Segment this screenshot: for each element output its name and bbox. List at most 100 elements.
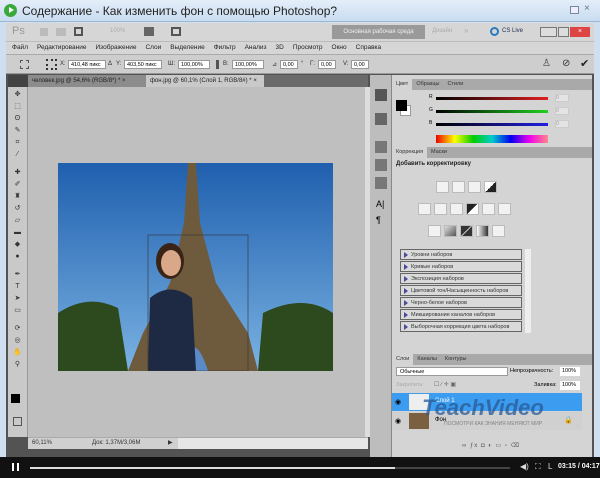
tab-styles[interactable]: Стили [443, 79, 467, 90]
posterize-icon[interactable] [444, 225, 457, 237]
angle-field[interactable]: 0,00 [280, 60, 298, 69]
link-icon[interactable] [216, 60, 219, 69]
more-workspaces[interactable]: » [464, 26, 468, 35]
tab-masks[interactable]: Маски [427, 147, 451, 158]
actions-panel-icon[interactable] [375, 113, 387, 125]
commit-transform-icon[interactable]: ✔ [580, 57, 589, 70]
tab-paths[interactable]: Контуры [441, 354, 471, 365]
maximize-button[interactable] [558, 27, 569, 37]
path-select-tool-icon[interactable]: ➤ [12, 295, 23, 303]
curves-icon[interactable] [468, 181, 481, 193]
restore-icon[interactable] [570, 6, 579, 14]
tab-color[interactable]: Цвет [392, 79, 413, 90]
fill-field[interactable]: 100% [560, 381, 580, 390]
horizontal-scrollbar[interactable] [178, 438, 368, 449]
cancel-transform-icon[interactable]: ⊘ [562, 58, 570, 69]
crop-tool-icon[interactable]: ⌗ [12, 139, 23, 147]
workspace-design[interactable]: Дизайн [432, 28, 452, 34]
fullscreen-icon[interactable]: ⛶ [535, 462, 541, 472]
hue-saturation-icon[interactable] [434, 203, 447, 215]
minimize-button[interactable] [540, 27, 557, 37]
progress-track[interactable] [30, 467, 510, 469]
preset-channel-mixer[interactable]: Микширование каналов наборов [400, 309, 522, 320]
quick-select-tool-icon[interactable]: ✎ [12, 127, 23, 135]
character-panel-icon[interactable]: A| [376, 199, 384, 209]
shape-tool-icon[interactable]: ▭ [12, 307, 23, 315]
quick-mask-icon[interactable] [13, 417, 22, 426]
preset-levels[interactable]: Уровни наборов [400, 249, 522, 260]
height-field[interactable]: 100,00% [232, 60, 264, 69]
tab-fon[interactable]: фон.jpg @ 60,1% (Слой 1, RGB/8#) * × [146, 75, 264, 87]
stamp-tool-icon[interactable]: ♜ [12, 193, 23, 201]
exposure-icon[interactable] [484, 181, 497, 193]
r-slider[interactable] [436, 97, 548, 100]
color-ramp[interactable] [436, 135, 548, 143]
3d-rotate-tool-icon[interactable]: ⟳ [12, 325, 23, 333]
levels-icon[interactable] [452, 181, 465, 193]
preset-hue-saturation[interactable]: Цветовой тон/Насыщенность наборов [400, 285, 522, 296]
b-value[interactable]: 0 [555, 120, 569, 128]
healing-tool-icon[interactable]: ✚ [12, 169, 23, 177]
menu-edit[interactable]: Редактирование [37, 44, 87, 51]
opacity-field[interactable]: 100% [560, 367, 580, 376]
tool-presets-icon[interactable] [375, 177, 387, 189]
preset-black-white[interactable]: Черно-белое наборов [400, 297, 522, 308]
menu-layer[interactable]: Слои [145, 44, 161, 51]
tab-layers[interactable]: Слои [392, 354, 414, 365]
pen-tool-icon[interactable]: ✒ [12, 271, 23, 279]
preset-exposure[interactable]: Экспозиция наборов [400, 273, 522, 284]
preset-selective-color[interactable]: Выборочная коррекция цвета наборов [400, 321, 522, 332]
clone-source-icon[interactable] [375, 159, 387, 171]
pause-icon[interactable] [12, 463, 19, 471]
menu-analysis[interactable]: Анализ [245, 44, 267, 51]
close-button[interactable]: × [570, 27, 590, 37]
foreground-color[interactable] [11, 394, 20, 403]
history-panel-icon[interactable] [375, 89, 387, 101]
selective-color-icon[interactable] [492, 225, 505, 237]
menu-select[interactable]: Выделение [170, 44, 204, 51]
hskew-field[interactable]: 0,00 [318, 60, 336, 69]
lasso-tool-icon[interactable]: ʘ [12, 115, 23, 123]
tab-chelovek[interactable]: человек.jpg @ 54,6% (RGB/8*) * × [28, 75, 146, 87]
paragraph-panel-icon[interactable]: ¶ [376, 215, 381, 225]
arrange-documents-icon[interactable] [144, 27, 154, 36]
visibility-eye-icon[interactable]: ◉ [395, 398, 401, 406]
photo-filter-icon[interactable] [482, 203, 495, 215]
r-value[interactable]: 0 [555, 94, 569, 102]
workspace-essentials[interactable]: Основная рабочая среда [332, 25, 425, 39]
preset-curves[interactable]: Кривые наборов [400, 261, 522, 272]
zoom-level[interactable]: 100% [110, 28, 125, 34]
type-tool-icon[interactable]: T [12, 283, 23, 291]
menu-view[interactable]: Просмотр [293, 44, 323, 51]
channel-mixer-icon[interactable] [498, 203, 511, 215]
volume-icon[interactable]: ◀) [520, 462, 529, 471]
x-field[interactable]: 410,48 пикс [68, 60, 106, 69]
vibrance-icon[interactable] [418, 203, 431, 215]
g-value[interactable]: 0 [555, 107, 569, 115]
menu-window[interactable]: Окно [332, 44, 347, 51]
hand-tool-icon[interactable]: ✋ [12, 349, 23, 357]
dodge-tool-icon[interactable]: ● [12, 253, 23, 261]
tab-swatches[interactable]: Образцы [412, 79, 443, 90]
tab-channels[interactable]: Каналы [413, 354, 441, 365]
blur-tool-icon[interactable]: ◆ [12, 241, 23, 249]
history-brush-icon[interactable]: ↺ [12, 205, 23, 213]
cs-live-button[interactable]: CS Live [502, 28, 523, 34]
width-field[interactable]: 100,00% [178, 60, 210, 69]
bridge-icon[interactable] [40, 28, 48, 36]
move-tool-icon[interactable]: ✥ [12, 91, 23, 99]
zoom-tool-icon[interactable]: ⚲ [12, 361, 23, 369]
expand-icon[interactable]: L [548, 462, 552, 471]
canvas-area[interactable] [28, 87, 365, 437]
reference-point-icon[interactable] [46, 59, 57, 70]
b-slider[interactable] [436, 123, 548, 126]
menu-file[interactable]: Файл [12, 44, 28, 51]
black-white-icon[interactable] [466, 203, 479, 215]
lock-icons[interactable]: ☐ ∕ ✛ ▣ [434, 381, 456, 388]
3d-orbit-tool-icon[interactable]: ◎ [12, 337, 23, 345]
invert-icon[interactable] [428, 225, 441, 237]
document-image[interactable] [58, 163, 333, 371]
g-slider[interactable] [436, 110, 548, 113]
view-extras-icon[interactable] [74, 27, 83, 36]
threshold-icon[interactable] [460, 225, 473, 237]
